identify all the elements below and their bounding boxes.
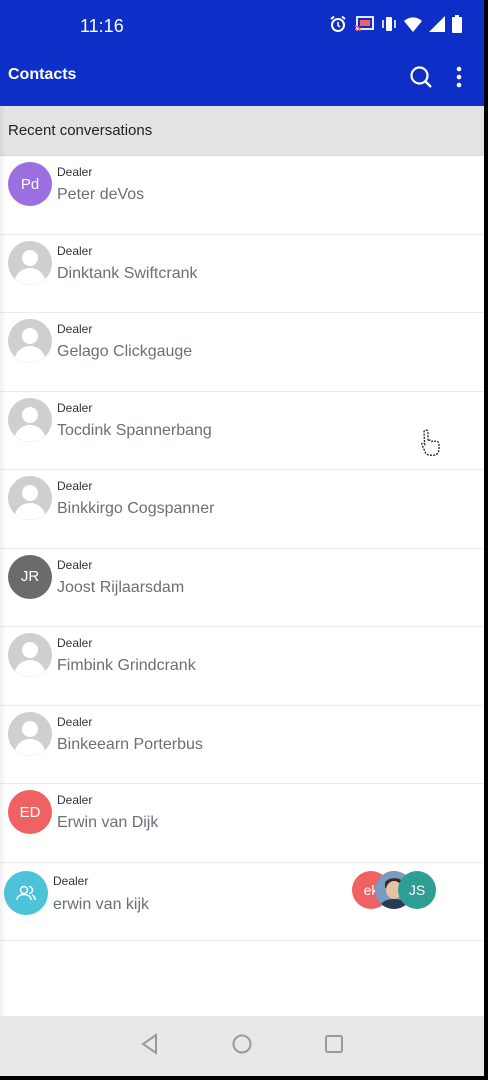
group-icon	[4, 870, 48, 915]
contact-name: Binkeearn Porterbus	[57, 735, 203, 753]
contact-name: Binkkirgo Cogspanner	[57, 500, 215, 517]
wifi-icon	[404, 16, 422, 37]
contact-row[interactable]: JR Dealer Joost Rijlaarsdam	[0, 548, 484, 627]
section-title: Recent conversations	[8, 122, 153, 139]
contact-role: Dealer	[57, 479, 93, 493]
page-title: Contacts	[8, 66, 77, 83]
participant-avatars: ek JS	[352, 870, 442, 911]
contact-role: Dealer	[57, 557, 93, 572]
contact-row[interactable]: Dealer Fimbink Grindcrank	[0, 627, 484, 706]
cast-icon	[354, 16, 374, 37]
contact-row[interactable]: Dealer Dinktank Swiftcrank	[0, 234, 484, 313]
system-nav-bar	[0, 1016, 484, 1076]
status-icons	[329, 15, 462, 38]
contact-name: Joost Rijlaarsdam	[57, 578, 185, 596]
contact-name: Tocdink Spannerbang	[57, 421, 212, 439]
contact-name: Erwin van Dijk	[57, 814, 159, 831]
home-icon[interactable]	[231, 1033, 253, 1060]
contact-name: Dinktank Swiftcrank	[57, 264, 198, 282]
participant-avatar: JS	[398, 870, 436, 909]
hand-pointer-icon	[420, 428, 446, 458]
contact-row[interactable]: Dealer Gelago Clickgauge	[0, 313, 484, 392]
contact-role: Dealer	[57, 243, 93, 258]
avatar-initials: JR	[20, 568, 40, 585]
contact-row[interactable]: ED Dealer Erwin van Dijk	[0, 784, 484, 863]
vibrate-icon	[381, 16, 397, 37]
avatar: ED	[8, 790, 52, 834]
contact-role: Dealer	[57, 322, 93, 336]
contact-role: Dealer	[57, 400, 93, 415]
avatar-initials: Pd	[20, 175, 40, 193]
status-time: 11:16	[80, 16, 124, 36]
default-avatar-icon	[8, 633, 52, 677]
avatar: JR	[8, 554, 52, 599]
contact-row[interactable]: Dealer erwin van kijk ek JS	[0, 862, 484, 941]
status-bar: 11:16	[0, 0, 484, 52]
section-header: Recent conversations	[0, 106, 484, 156]
contact-row[interactable]: Pd Dealer Peter deVos	[0, 156, 484, 235]
default-avatar-icon	[8, 476, 52, 520]
screen: 11:16 Contacts Recent conversations Pd D…	[0, 0, 484, 1076]
contact-row[interactable]: Dealer Tocdink Spannerbang	[0, 391, 484, 470]
alarm-icon	[329, 15, 347, 38]
contact-row[interactable]: Dealer Binkkirgo Cogspanner	[0, 470, 484, 549]
search-icon[interactable]	[406, 62, 436, 92]
more-vert-icon[interactable]	[444, 62, 474, 92]
contact-role: Dealer	[53, 873, 89, 888]
default-avatar-icon	[8, 240, 52, 285]
contact-name: Gelago Clickgauge	[57, 343, 193, 360]
default-avatar-icon	[8, 319, 52, 363]
app-bar: Contacts	[0, 52, 484, 106]
contact-row[interactable]: Dealer Binkeearn Porterbus	[0, 705, 484, 784]
avatar: Pd	[8, 162, 52, 206]
contact-name: Fimbink Grindcrank	[57, 657, 196, 674]
default-avatar-icon	[8, 397, 52, 442]
recents-icon[interactable]	[323, 1033, 345, 1060]
battery-icon	[452, 15, 462, 38]
contact-name: erwin van kijk	[53, 895, 150, 913]
contact-list: Pd Dealer Peter deVos Dealer Dinktank Swiftc…	[0, 156, 484, 941]
contact-role: Dealer	[57, 636, 93, 650]
avatar-initials: ED	[19, 803, 41, 821]
contact-role: Dealer	[57, 714, 93, 729]
contact-name: Peter deVos	[57, 186, 145, 203]
signal-icon	[429, 16, 445, 37]
back-icon[interactable]	[139, 1032, 161, 1060]
contact-role: Dealer	[57, 793, 93, 807]
default-avatar-icon	[8, 711, 52, 756]
participant-initials: JS	[408, 881, 426, 898]
contact-role: Dealer	[57, 165, 93, 179]
